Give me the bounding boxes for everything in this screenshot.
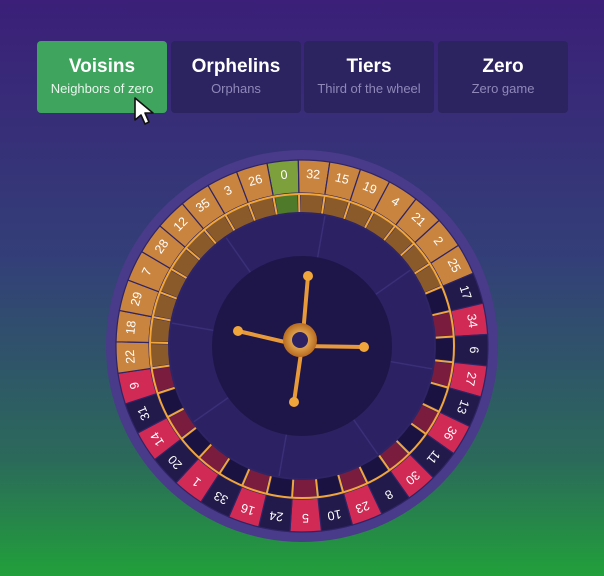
pocket-bin-6 [435,338,454,361]
pocket-label-24: 24 [268,508,284,524]
pocket-label-6: 6 [467,346,481,353]
pocket-label-32: 32 [306,167,321,182]
fret-divider [435,335,454,339]
pocket-bin-5 [293,479,317,498]
pocket-label-18: 18 [123,320,138,335]
pocket-label-22: 22 [123,349,138,364]
pocket-label-34: 34 [464,313,480,329]
pocket-label-10: 10 [326,507,342,523]
pocket-bin-32 [300,193,324,214]
mouse-pointer-icon [134,97,154,125]
pocket-bin-22 [150,344,170,367]
pocket-bin-18 [150,318,171,342]
pocket-bin-0 [274,194,298,215]
roulette-wheel[interactable]: 0 32 15 19421225173462713361130823105241633… [0,0,604,576]
fret-divider [291,479,295,498]
pocket-label-27: 27 [463,371,479,387]
pocket-label-5: 5 [302,511,309,525]
roulette-panel: Voisins Neighbors of zero Orphelins Orph… [0,0,604,576]
